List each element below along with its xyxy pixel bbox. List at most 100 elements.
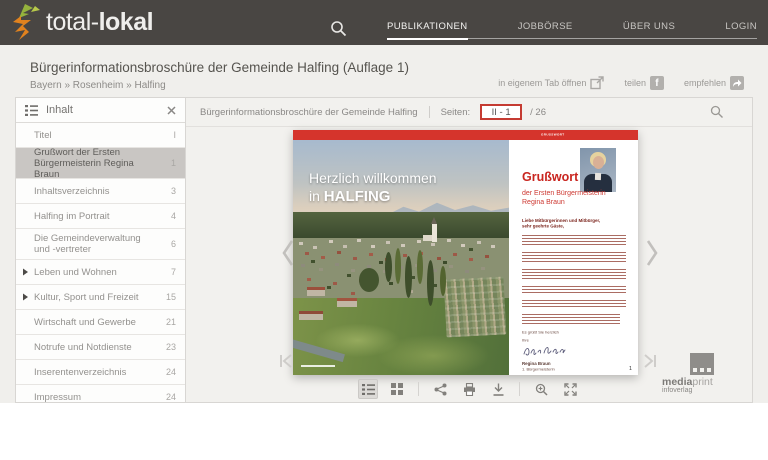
toc-item-titel[interactable]: Titel I xyxy=(16,123,185,148)
closing-line: Es grüßt Sie herzlich xyxy=(522,330,559,335)
photo-house xyxy=(307,287,325,297)
zoom-in-button[interactable] xyxy=(531,379,551,399)
logo-text: total-lokal xyxy=(46,8,153,37)
toc-view-button[interactable] xyxy=(358,379,378,399)
signature-name: Regina Braun xyxy=(522,361,551,366)
page-number-input[interactable] xyxy=(480,104,522,120)
toc-item-page: 24 xyxy=(166,392,176,402)
download-button[interactable] xyxy=(488,379,508,399)
forward-arrow-icon xyxy=(730,76,744,90)
viewer-card: Inhalt Titel I Grußwort der Ersten Bürge… xyxy=(15,97,753,403)
photo-tree xyxy=(359,268,379,292)
recommend-label: empfehlen xyxy=(684,78,726,88)
toc-item-wirtschaft[interactable]: Wirtschaft und Gewerbe 21 xyxy=(16,310,185,335)
toc-item-leben-wohnen[interactable]: Leben und Wohnen 7 xyxy=(16,260,185,285)
toc-item-page: 21 xyxy=(166,317,176,327)
toc-item-label: Die Gemeindeverwaltung und -vertreter xyxy=(34,233,159,255)
document-actions: in eigenem Tab öffnen teilen f empfehlen xyxy=(498,76,744,90)
toc-item-label: Titel xyxy=(34,130,52,141)
toolbar-divider xyxy=(519,382,520,396)
toc-item-kultur-sport[interactable]: Kultur, Sport und Freizeit 15 xyxy=(16,285,185,310)
viewer-header: Bürgerinformationsbroschüre der Gemeinde… xyxy=(186,98,752,127)
pages-label: Seiten: xyxy=(441,107,471,118)
search-icon[interactable] xyxy=(330,20,347,37)
list-icon xyxy=(25,105,38,116)
toc-item-page: 23 xyxy=(166,342,176,352)
share-facebook-link[interactable]: teilen f xyxy=(624,76,664,90)
thumbnails-view-button[interactable] xyxy=(387,379,407,399)
closing-line2: Ihre xyxy=(522,338,529,343)
next-page-arrow[interactable] xyxy=(645,239,659,267)
nav-login[interactable]: LOGIN xyxy=(725,21,757,38)
share-label: teilen xyxy=(624,78,646,88)
open-in-tab-link[interactable]: in eigenem Tab öffnen xyxy=(498,76,604,90)
photo-village-houses xyxy=(293,232,297,235)
photo-poplar xyxy=(417,250,423,284)
nav-jobboerse[interactable]: JOBBÖRSE xyxy=(518,21,573,38)
greeting-subtitle: der Ersten Bürgermeisterin Regina Braun xyxy=(522,190,606,207)
toc-item-label: Impressum xyxy=(34,392,81,403)
toc-item-gemeindeverwaltung[interactable]: Die Gemeindeverwaltung und -vertreter 6 xyxy=(16,229,185,260)
logo-suffix: lokal xyxy=(99,8,153,36)
recommend-link[interactable]: empfehlen xyxy=(684,76,744,90)
logo-zigzag-icon xyxy=(12,4,42,41)
body-text-paragraph xyxy=(522,300,626,309)
toc-item-label: Inhaltsverzeichnis xyxy=(34,186,110,197)
page-top-bar: GRUSSWORT xyxy=(293,130,638,140)
welcome-line1: Herzlich willkommen xyxy=(309,170,437,186)
chevron-right-icon xyxy=(23,269,28,276)
book-page-right-greeting: Grußwort der Ersten Bürgermeisterin Regi… xyxy=(509,140,638,375)
first-page-arrow[interactable] xyxy=(278,353,294,369)
toc-item-notrufe[interactable]: Notrufe und Notdienste 23 xyxy=(16,335,185,360)
book-viewer: Bürgerinformationsbroschüre der Gemeinde… xyxy=(186,98,752,402)
photo-poplar xyxy=(395,248,401,284)
toc-item-inserenten[interactable]: Inserentenverzeichnis 24 xyxy=(16,360,185,385)
print-button[interactable] xyxy=(459,379,479,399)
body-text-paragraph xyxy=(522,235,626,247)
fullscreen-button[interactable] xyxy=(560,379,580,399)
zoom-in-icon xyxy=(535,383,548,396)
logo-prefix: total- xyxy=(46,8,99,36)
nav-publikationen[interactable]: PUBLIKATIONEN xyxy=(387,21,468,38)
toc-item-page: I xyxy=(173,130,176,140)
page-title: Bürgerinformationsbroschüre der Gemeinde… xyxy=(30,60,409,75)
page-total: / 26 xyxy=(530,107,546,118)
viewer-toolbar xyxy=(186,376,752,402)
signature-role: 1. Bürgermeisterin xyxy=(522,367,555,372)
toc-item-label: Notrufe und Notdienste xyxy=(34,342,132,353)
page-number: 1 xyxy=(629,365,632,371)
close-icon[interactable] xyxy=(167,106,176,115)
toc-item-grusswort[interactable]: Grußwort der Ersten Bürgermeisterin Regi… xyxy=(16,148,185,179)
photo-church-tower xyxy=(432,224,437,242)
toc-item-inhaltsverzeichnis[interactable]: Inhaltsverzeichnis 3 xyxy=(16,179,185,204)
viewer-doc-title: Bürgerinformationsbroschüre der Gemeinde… xyxy=(200,107,418,118)
photo-garden-plots xyxy=(444,276,507,337)
chevron-right-icon xyxy=(23,294,28,301)
viewer-search-icon[interactable] xyxy=(710,105,724,119)
share-button[interactable] xyxy=(430,379,450,399)
salutation: Liebe Mitbürgerinnen und Mitbürger, sehr… xyxy=(522,218,600,229)
welcome-line2-bold: HALFING xyxy=(324,188,391,205)
divider xyxy=(429,106,430,118)
book-spread: GRUSSWORT xyxy=(293,130,638,375)
body-text-paragraph xyxy=(522,269,626,281)
book-stage: GRUSSWORT xyxy=(186,127,752,379)
printer-icon xyxy=(463,383,476,396)
toc-item-page: 4 xyxy=(171,211,176,221)
grid-icon xyxy=(391,383,403,395)
site-logo[interactable]: total-lokal xyxy=(12,4,153,41)
share-icon xyxy=(434,383,447,396)
site-header: total-lokal PUBLIKATIONEN JOBBÖRSE GOOD*… xyxy=(0,0,768,45)
toc-item-page: 6 xyxy=(171,239,176,249)
list-view-icon xyxy=(362,384,375,395)
toc-header: Inhalt xyxy=(16,98,185,123)
photo-poplar xyxy=(427,260,434,306)
previous-page-arrow[interactable] xyxy=(281,239,295,267)
nav-ueber-uns[interactable]: ÜBER UNS xyxy=(623,21,675,38)
toc-item-label: Leben und Wohnen xyxy=(34,267,117,278)
last-page-arrow[interactable] xyxy=(642,353,658,369)
greeting-sub1: der Ersten Bürgermeisterin xyxy=(522,190,606,199)
body-text-paragraph xyxy=(522,314,620,326)
footer-band: Neben einer landschaftlich reizvollen La… xyxy=(0,403,768,460)
toc-item-portrait[interactable]: Halfing im Portrait 4 xyxy=(16,204,185,229)
